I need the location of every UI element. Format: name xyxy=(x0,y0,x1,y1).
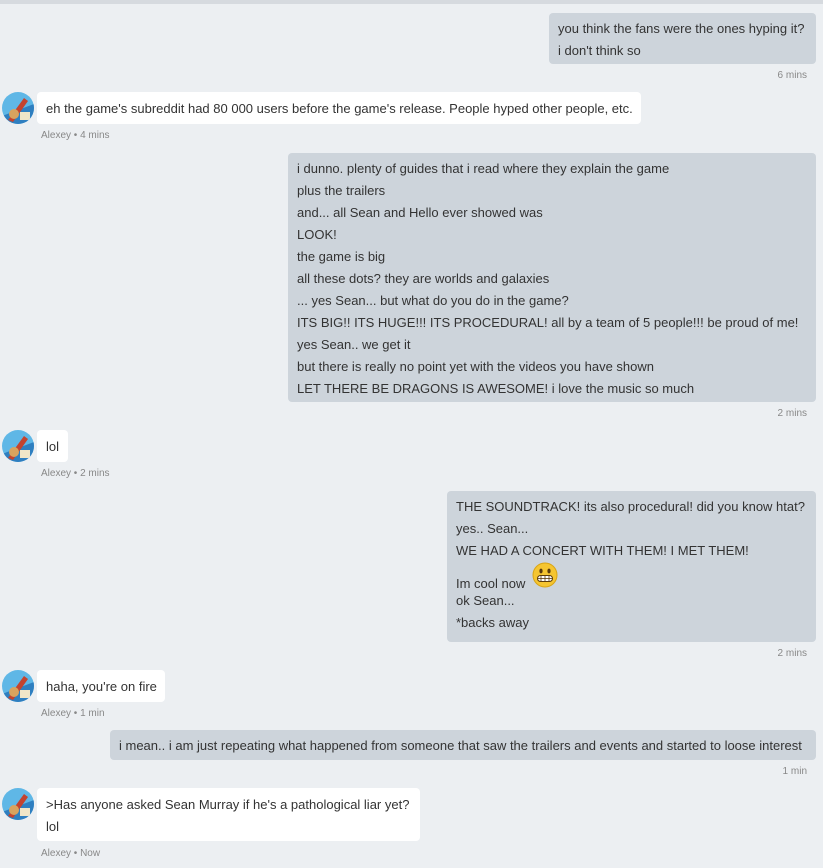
message-line: yes.. Sean... xyxy=(456,521,529,536)
message-line: *backs away xyxy=(456,615,529,630)
message-timestamp: 2 mins xyxy=(777,648,807,659)
incoming-message: >Has anyone asked Sean Murray if he's a … xyxy=(37,788,420,841)
outgoing-message: THE SOUNDTRACK! its also procedural! did… xyxy=(447,491,816,642)
message-line: the game is big xyxy=(297,249,386,264)
message-line: ... yes Sean... but what do you do in th… xyxy=(297,293,569,308)
message-line: you think the fans were the ones hyping … xyxy=(558,21,805,36)
avatar[interactable] xyxy=(2,92,34,124)
avatar-image-icon xyxy=(2,92,34,124)
message-line: i mean.. i am just repeating what happen… xyxy=(119,738,802,753)
message-line: and... all Sean and Hello ever showed wa… xyxy=(297,205,543,220)
avatar-image-icon xyxy=(2,670,34,702)
avatar[interactable] xyxy=(2,670,34,702)
message-line: LOOK! xyxy=(297,227,337,242)
avatar[interactable] xyxy=(2,430,34,462)
message-line-with-emoji: Im cool now xyxy=(456,562,808,591)
message-line: but there is really no point yet with th… xyxy=(297,359,654,374)
message-line: lol xyxy=(46,439,60,454)
outgoing-message: you think the fans were the ones hyping … xyxy=(549,13,816,64)
message-line: >Has anyone asked Sean Murray if he's a … xyxy=(46,797,410,812)
avatar-image-icon xyxy=(2,788,34,820)
message-line: all these dots? they are worlds and gala… xyxy=(297,271,550,286)
top-border xyxy=(0,0,823,4)
incoming-message: haha, you're on fire xyxy=(37,670,165,702)
incoming-message: eh the game's subreddit had 80 000 users… xyxy=(37,92,641,124)
message-timestamp: 6 mins xyxy=(777,70,807,81)
message-line: THE SOUNDTRACK! its also procedural! did… xyxy=(456,499,805,514)
sender-meta: Alexey • 2 mins xyxy=(41,468,110,479)
message-line: lol xyxy=(46,819,60,834)
outgoing-message: i dunno. plenty of guides that i read wh… xyxy=(288,153,816,402)
message-line: yes Sean.. we get it xyxy=(297,337,411,352)
message-timestamp: 1 min xyxy=(782,766,807,777)
grinning-face-emoji-icon xyxy=(532,562,558,595)
sender-meta: Alexey • Now xyxy=(41,848,101,859)
avatar-image-icon xyxy=(2,430,34,462)
outgoing-message: i mean.. i am just repeating what happen… xyxy=(110,730,816,760)
message-timestamp: 2 mins xyxy=(777,408,807,419)
avatar[interactable] xyxy=(2,788,34,820)
incoming-message: lol xyxy=(37,430,68,462)
sender-meta: Alexey • 4 mins xyxy=(41,130,110,141)
message-line: Im cool now xyxy=(456,576,526,591)
message-line: plus the trailers xyxy=(297,183,386,198)
sender-meta: Alexey • 1 min xyxy=(41,708,105,719)
message-line: haha, you're on fire xyxy=(46,679,157,694)
message-line: ok Sean... xyxy=(456,593,515,608)
message-line: LET THERE BE DRAGONS IS AWESOME! i love … xyxy=(297,381,695,396)
message-line: eh the game's subreddit had 80 000 users… xyxy=(46,101,633,116)
message-line: ITS BIG!! ITS HUGE!!! ITS PROCEDURAL! al… xyxy=(297,315,799,330)
message-line: WE HAD A CONCERT WITH THEM! I MET THEM! xyxy=(456,543,749,558)
message-line: i don't think so xyxy=(558,43,641,58)
message-line: i dunno. plenty of guides that i read wh… xyxy=(297,161,670,176)
